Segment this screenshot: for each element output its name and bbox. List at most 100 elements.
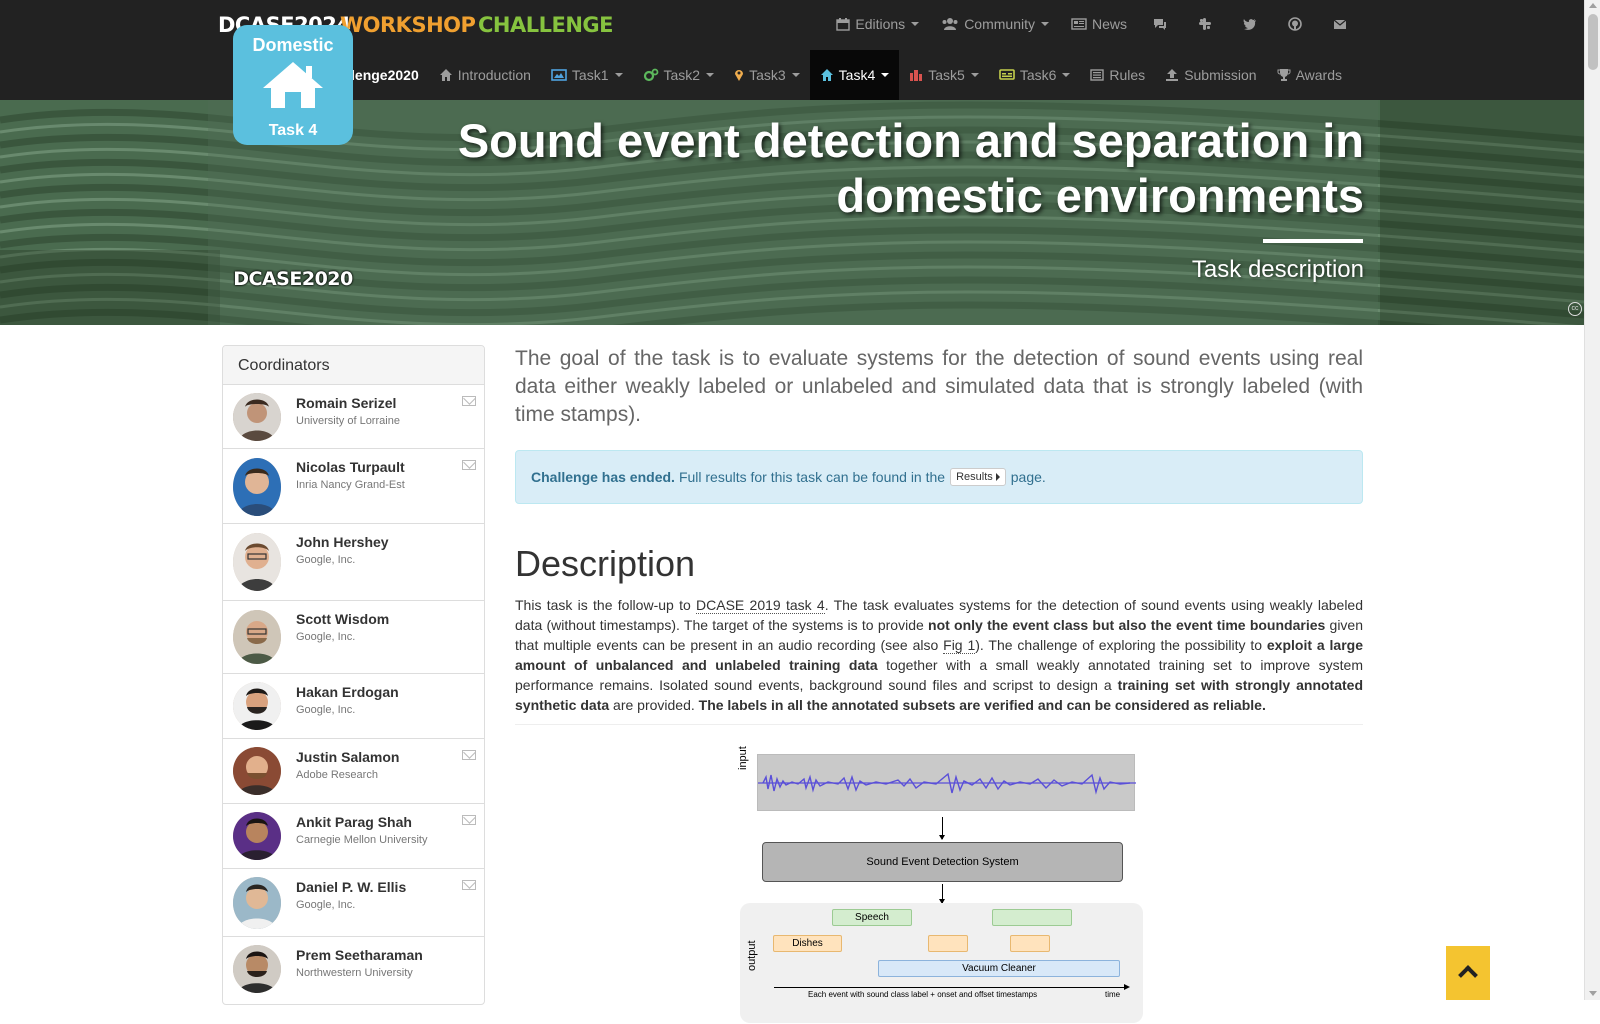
coordinators-panel: Coordinators Romain Serizel University o… [222,345,485,1005]
scroll-down-icon[interactable] [1589,991,1597,996]
desc-bold: not only the event class but also the ev… [928,617,1326,633]
arrow-down-icon [939,884,945,904]
creative-commons-icon[interactable]: cc [1568,302,1582,316]
coordinator-name: John Hershey [296,534,389,550]
nav-awards[interactable]: Awards [1267,50,1352,100]
chevron-down-icon [791,73,800,77]
page-title: Sound event detection and separation in … [457,114,1364,222]
page-scrollbar[interactable] [1584,0,1600,1000]
nav-label: Rules [1109,67,1146,83]
challenge-link[interactable]: CHALLENGE [478,12,614,38]
speech-event [992,909,1072,926]
alert-text: Full results for this task can be found … [678,469,946,485]
workshop-link[interactable]: WORKSHOP [340,12,476,38]
envelope-icon[interactable] [462,460,476,470]
alert-title: Challenge has ended. [531,469,675,485]
nav-task4[interactable]: Task4 [809,50,900,100]
avatar [233,747,281,795]
coordinator-row[interactable]: Hakan Erdogan Google, Inc. [223,674,484,739]
coordinator-name: Nicolas Turpault [296,459,405,475]
description-paragraph: This task is the follow-up to DCASE 2019… [515,595,1363,715]
sed-system-box: Sound Event Detection System [762,842,1123,882]
avatar [233,812,281,860]
coordinator-affiliation: Carnegie Mellon University [296,834,428,846]
badge-category: Domestic [252,35,334,55]
nav-submission[interactable]: Submission [1155,50,1266,100]
nav-label: Submission [1184,67,1257,83]
coordinator-affiliation: Google, Inc. [296,704,356,716]
chevron-down-icon [1040,22,1049,26]
coordinator-row[interactable]: Justin Salamon Adobe Research [223,739,484,804]
community-label: Community [964,16,1035,32]
nav-introduction[interactable]: Introduction [429,50,541,100]
coordinator-name: Justin Salamon [296,749,400,765]
contact-link[interactable] [1333,17,1352,31]
caption-icon [999,69,1015,80]
editions-menu[interactable]: Editions [836,16,920,32]
desc-text: ). The challenge of exploring the possib… [975,637,1267,653]
coordinator-affiliation: Google, Inc. [296,899,356,911]
dcase2019-task4-link[interactable]: DCASE 2019 task 4 [696,597,825,614]
nav-task5[interactable]: Task5 [899,50,989,100]
coordinator-row[interactable]: Prem Seetharaman Northwestern University [223,937,484,1004]
back-to-top-button[interactable] [1446,946,1490,1000]
nav-rules[interactable]: Rules [1080,50,1155,100]
coordinator-row[interactable]: Daniel P. W. Ellis Google, Inc. [223,869,484,937]
scrollbar-thumb[interactable] [1588,14,1598,70]
avatar [233,610,281,664]
envelope-icon[interactable] [462,880,476,890]
envelope-icon [1333,19,1347,29]
desc-text: are provided. [609,697,699,713]
forum-link[interactable] [1153,17,1172,31]
coordinator-row[interactable]: Nicolas Turpault Inria Nancy Grand-Est [223,449,484,524]
coordinator-affiliation: Adobe Research [296,769,378,781]
nav-label: Awards [1295,67,1342,83]
figure-time-label: time [1105,990,1121,999]
news-link[interactable]: News [1071,16,1127,32]
title-divider [1263,239,1363,243]
waveform-image [757,754,1136,811]
coordinator-name: Scott Wisdom [296,611,390,627]
cogs-icon [643,68,658,82]
comments-icon [1154,19,1166,30]
coordinator-name: Ankit Parag Shah [296,814,412,830]
coordinator-affiliation: Google, Inc. [296,554,356,566]
scroll-up-icon[interactable] [1589,3,1597,8]
nav-task6[interactable]: Task6 [989,50,1081,100]
image-icon [551,69,567,81]
twitter-icon [1243,19,1256,30]
envelope-icon[interactable] [462,750,476,760]
coordinator-row[interactable]: John Hershey Google, Inc. [223,524,484,601]
avatar [233,533,281,591]
list-icon [1090,69,1105,81]
arrow-down-icon [939,817,945,840]
envelope-icon[interactable] [462,396,476,406]
desc-text: This task is the follow-up to [515,597,697,613]
coordinator-affiliation: Google, Inc. [296,631,356,643]
twitter-link[interactable] [1243,17,1262,31]
page-subtitle: Task description [1191,256,1364,283]
community-menu[interactable]: Community [941,16,1049,32]
chevron-down-icon [614,73,623,77]
nav-task3[interactable]: Task3 [724,50,810,100]
figure-axis-caption: Each event with sound class label + onse… [808,990,1038,999]
nav-label: Task4 [838,67,876,83]
home-icon [439,69,452,81]
city-icon [910,70,923,81]
challenge-ended-alert: Challenge has ended. Full results for th… [515,450,1363,504]
slack-link[interactable] [1198,17,1217,31]
map-marker-icon [735,70,744,81]
github-link[interactable] [1288,17,1307,31]
fig1-link[interactable]: Fig 1 [943,637,976,654]
coordinator-name: Prem Seetharaman [296,947,423,963]
coordinator-row[interactable]: Romain Serizel University of Lorraine [223,385,484,449]
coordinator-row[interactable]: Scott Wisdom Google, Inc. [223,601,484,674]
newspaper-icon [1071,18,1087,30]
nav-task1[interactable]: Task1 [541,50,633,100]
coordinator-row[interactable]: Ankit Parag Shah Carnegie Mellon Univers… [223,804,484,869]
results-button[interactable]: Results [950,468,1006,486]
dishes-event [928,935,968,952]
waveform-graphic [758,772,1136,795]
nav-task2[interactable]: Task2 [633,50,725,100]
envelope-icon[interactable] [462,815,476,825]
